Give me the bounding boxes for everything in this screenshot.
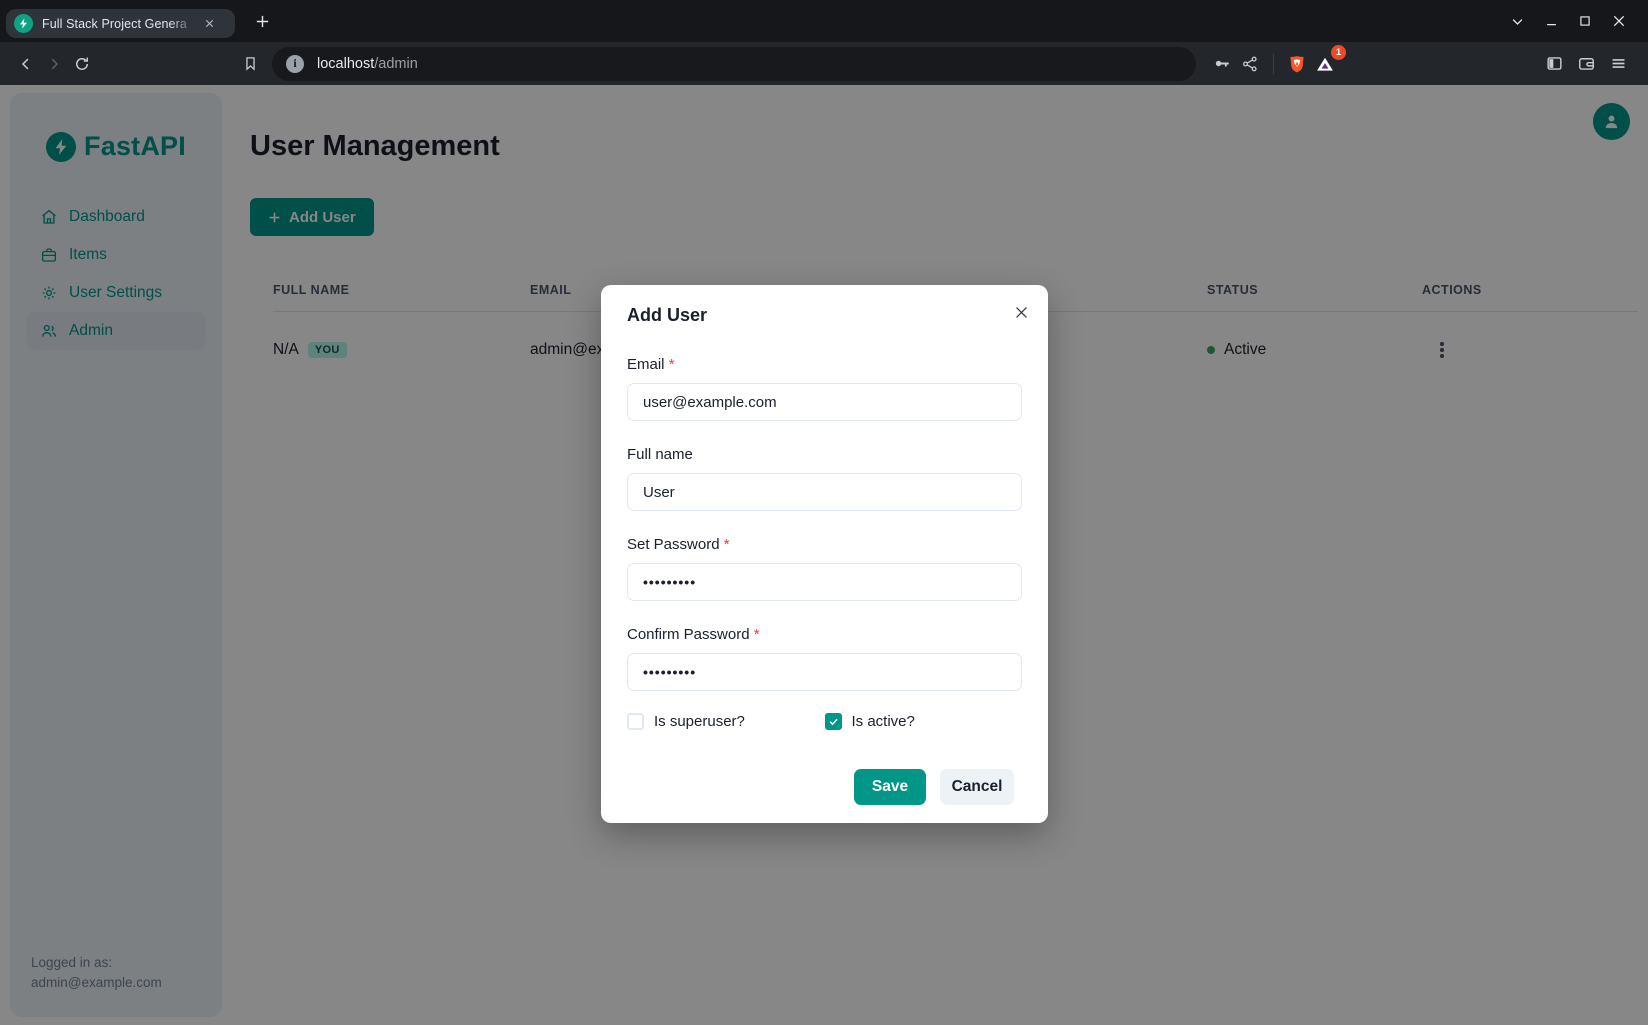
modal-title: Add User [627,303,1022,327]
tab-bar: Full Stack Project Genera [0,0,1648,42]
email-label: Email * [627,355,1022,375]
minimize-button[interactable] [1534,6,1568,36]
forward-button[interactable] [40,50,68,78]
modal-actions: Save Cancel [627,769,1014,805]
browser-toolbar: i localhost /admin 1 [0,42,1648,85]
toolbar-divider [1273,54,1274,74]
checkbox-unchecked-icon[interactable] [627,713,644,730]
cancel-button[interactable]: Cancel [940,769,1014,805]
wallet-icon[interactable] [1572,50,1600,78]
new-tab-button[interactable] [250,9,274,33]
required-asterisk: * [724,536,730,553]
rewards-notification-badge: 1 [1331,45,1346,60]
url-bar[interactable]: i localhost /admin [272,47,1196,81]
page-viewport: FastAPI Dashboard Items User Settings A [0,85,1648,1025]
back-button[interactable] [12,50,40,78]
set-password-field-group: Set Password * [627,535,1022,601]
modal-close-icon[interactable] [1008,299,1034,325]
brave-shield-icon[interactable] [1283,50,1311,78]
add-user-modal: Add User Email * Full name Set Password … [601,285,1048,823]
share-icon[interactable] [1236,50,1264,78]
close-window-button[interactable] [1602,6,1636,36]
menu-icon[interactable] [1604,50,1632,78]
tab-title-fade [170,15,196,33]
email-field-group: Email * [627,355,1022,421]
tab-title: Full Stack Project Genera [42,17,187,31]
toolbar-right-actions [1540,50,1632,78]
checkbox-row: Is superuser? Is active? [627,713,1022,730]
save-button[interactable]: Save [854,769,926,805]
required-asterisk: * [754,626,760,643]
tab-close-icon[interactable] [200,15,218,33]
browser-window: Full Stack Project Genera [0,0,1648,1025]
tab-title-wrap: Full Stack Project Genera [42,15,196,33]
password-key-icon[interactable] [1208,50,1236,78]
maximize-button[interactable] [1568,6,1602,36]
set-password-field[interactable] [627,563,1022,601]
brave-rewards-icon[interactable]: 1 [1311,50,1339,78]
full-name-field[interactable] [627,473,1022,511]
reload-button[interactable] [68,50,96,78]
fastapi-favicon-icon [14,14,33,33]
url-host: localhost [317,56,374,72]
full-name-field-group: Full name [627,445,1022,511]
url-path: /admin [374,56,418,72]
is-active-checkbox[interactable]: Is active? [825,713,1023,730]
tab-search-icon[interactable] [1500,6,1534,36]
bookmark-icon[interactable] [236,50,264,78]
full-name-label: Full name [627,445,1022,465]
sidebar-panel-icon[interactable] [1540,50,1568,78]
checkbox-checked-icon[interactable] [825,713,842,730]
confirm-password-field-group: Confirm Password * [627,625,1022,691]
confirm-password-field[interactable] [627,653,1022,691]
browser-tab[interactable]: Full Stack Project Genera [6,9,235,38]
is-superuser-checkbox[interactable]: Is superuser? [627,713,825,730]
set-password-label: Set Password * [627,535,1022,555]
window-controls [1500,6,1648,36]
email-field[interactable] [627,383,1022,421]
urlbar-actions: 1 [1208,50,1339,78]
required-asterisk: * [669,356,675,373]
site-info-icon[interactable]: i [286,55,304,73]
confirm-password-label: Confirm Password * [627,625,1022,645]
